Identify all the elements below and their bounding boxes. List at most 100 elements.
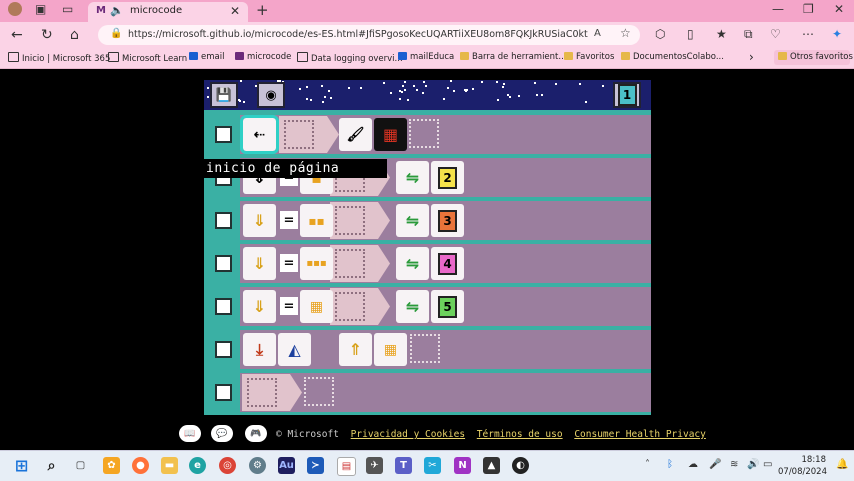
led-pattern-icon[interactable]: ▦ [374,118,407,151]
bookmark-item[interactable]: Barra de herramient... [460,52,566,62]
page-target-tile[interactable]: 3 [431,204,464,237]
bluetooth-icon[interactable]: ᛒ [667,459,673,470]
app-icon[interactable]: ▲ [483,457,500,474]
close-tab-icon[interactable]: ✕ [230,4,240,18]
when-slot-empty[interactable] [284,120,314,149]
url-text[interactable]: https://microsoft.github.io/microcode/es… [128,29,588,40]
settings-gear-icon[interactable]: ⚙ [249,457,266,474]
bookmark-item[interactable]: microcode [235,52,291,62]
restore-icon[interactable]: ❐ [803,2,814,16]
chat-icon[interactable]: 💬 [211,425,233,442]
extensions-icon[interactable]: ⬡ [655,27,665,41]
radio-send-icon[interactable]: ⇑ [339,333,372,366]
tab-microcode[interactable]: M 🔈 microcode ✕ [88,2,248,22]
more-menu-icon[interactable]: ⋯ [802,27,814,41]
notification-bell-icon[interactable]: 🔔 [836,459,848,470]
bookmark-item[interactable]: email [189,52,224,62]
battery-icon[interactable]: ▭ [763,459,772,470]
rule-checkbox[interactable] [215,212,232,229]
bookmark-item[interactable]: mailEduca [398,52,454,62]
value-slot-empty[interactable] [335,292,365,321]
document-icon[interactable]: ▤ [337,457,356,476]
bookmark-item[interactable]: Data logging overvi... [297,52,403,64]
rule-checkbox[interactable] [215,341,232,358]
rule-checkbox[interactable] [215,298,232,315]
browser-essentials-icon[interactable]: ♡ [770,27,781,41]
wifi-icon[interactable]: ≋ [730,459,738,470]
split-screen-icon[interactable]: ▯ [687,27,694,41]
other-favorites[interactable]: Otros favoritos [774,50,853,65]
page-target-tile[interactable]: 4 [431,247,464,280]
value-slot-empty[interactable] [335,249,365,278]
page-start-icon[interactable]: ⇠ [240,115,279,154]
windows-start-icon[interactable]: ⊞ [13,456,30,475]
lock-icon[interactable]: 🔒 [110,28,122,39]
switch-page-icon[interactable]: ⇋ [396,247,429,280]
filter-a-icon[interactable]: ◭ [278,333,311,366]
file-explorer-icon[interactable]: ▬ [161,457,178,474]
chrome-icon[interactable]: ◎ [219,457,236,474]
task-view-icon[interactable]: ▢ [72,457,89,474]
value-two-icon[interactable]: ▪▪ [300,204,333,237]
snip-icon[interactable]: ✂ [424,457,441,474]
page-target-tile[interactable]: 5 [431,290,464,323]
button-press-icon[interactable]: ⇓ [243,247,276,280]
clock[interactable]: 18:18 07/08/2024 [778,454,827,478]
teams-icon[interactable]: T [395,457,412,474]
when-slot-empty[interactable] [247,378,277,407]
equals-operator[interactable]: = [280,254,298,272]
button-press-icon[interactable]: ⇓ [243,290,276,323]
do-slot-empty[interactable] [409,119,439,148]
app-icon[interactable]: ◐ [512,457,529,474]
page-target-tile[interactable]: 2 [431,161,464,194]
screen-paint-icon[interactable]: 🖌 [339,118,372,151]
copilot-icon[interactable]: ✦ [832,27,842,41]
value-slot-empty[interactable] [335,206,365,235]
radio-receive-icon[interactable]: ⤓ [243,333,276,366]
read-aloud-icon[interactable]: A [594,28,601,39]
bookmark-item[interactable]: Favoritos [564,52,614,62]
bookmark-item[interactable]: Inicio | Microsoft 365 [8,52,110,64]
gamepad-icon[interactable]: 🎮 [245,425,267,442]
tab-actions-icon[interactable]: ▭ [62,2,73,16]
back-icon[interactable]: ← [11,27,23,43]
workspaces-icon[interactable]: ▣ [35,2,46,16]
health-privacy-link[interactable]: Consumer Health Privacy [574,429,706,440]
equals-operator[interactable]: = [280,211,298,229]
switch-page-icon[interactable]: ⇋ [396,204,429,237]
value-four-icon[interactable]: ▦ [374,333,407,366]
refresh-icon[interactable]: ↻ [41,27,53,43]
edge-icon[interactable]: e [189,457,206,474]
rule-checkbox[interactable] [215,255,232,272]
terms-link[interactable]: Términos de uso [477,429,563,440]
bookmark-item[interactable]: Microsoft Learn [108,52,187,64]
vscode-icon[interactable]: ≻ [307,457,324,474]
favorites-icon[interactable]: ★ [716,27,727,41]
value-four-icon[interactable]: ▦ [300,290,333,323]
profile-avatar[interactable] [8,2,22,16]
rule-checkbox[interactable] [215,384,232,401]
onenote-icon[interactable]: N [454,457,471,474]
address-bar[interactable]: 🔒 https://microsoft.github.io/microcode/… [98,25,640,45]
app-icon[interactable]: ✈ [366,457,383,474]
privacy-link[interactable]: Privacidad y Cookies [351,429,465,440]
volume-icon[interactable]: 🔊 [747,459,759,470]
value-three-icon[interactable]: ▪▪▪ [300,247,333,280]
switch-page-icon[interactable]: ⇋ [396,161,429,194]
book-icon[interactable]: 📖 [179,425,201,442]
robot-icon[interactable]: ◉ [257,82,285,108]
cloud-icon[interactable]: ☁ [688,459,698,470]
home-icon[interactable]: ⌂ [70,27,79,43]
save-disk-icon[interactable]: 💾 [210,82,238,108]
button-press-icon[interactable]: ⇓ [243,204,276,237]
widgets-icon[interactable]: ✿ [103,457,120,474]
close-window-icon[interactable]: ✕ [834,2,844,16]
do-slot-empty[interactable] [410,334,440,363]
audition-icon[interactable]: Au [278,457,295,474]
chevron-right-icon[interactable]: › [749,50,754,64]
collections-icon[interactable]: ⧉ [744,27,753,42]
search-icon[interactable]: ⌕ [43,457,60,474]
bookmark-item[interactable]: DocumentosColabo... [621,52,724,62]
chevron-up-icon[interactable]: ˄ [645,459,650,470]
do-slot-empty[interactable] [304,377,334,406]
